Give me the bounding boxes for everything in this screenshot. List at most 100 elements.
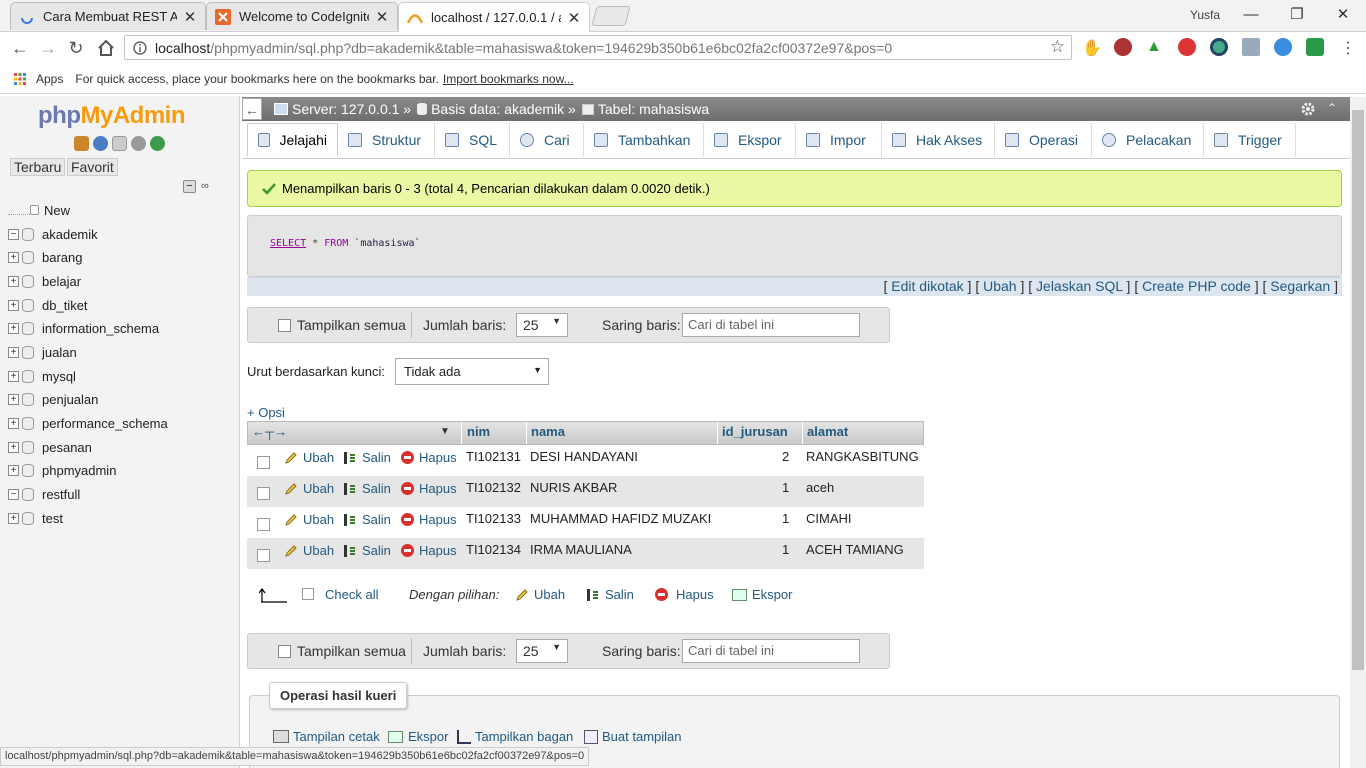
copy-row-link[interactable]: Salin [343,481,391,496]
column-header-id-jurusan[interactable]: id_jurusan [722,424,788,439]
tree-item-restfull[interactable]: − restfull [8,483,80,505]
close-window-button[interactable]: ✕ [1328,4,1358,26]
create-view-link[interactable]: Buat tampilan [584,729,682,744]
tab-privileges[interactable]: Hak Akses [882,123,995,157]
forward-icon[interactable]: → [38,38,58,58]
column-header-alamat[interactable]: alamat [807,424,848,439]
reload-nav-icon[interactable] [150,136,165,151]
url-input[interactable]: localhost/phpmyadmin/sql.php?db=akademik… [124,35,1072,60]
tree-item-barang[interactable]: + barang [8,246,82,268]
expand-toggle-icon[interactable]: + [8,346,19,358]
close-icon[interactable]: ✕ [375,8,389,26]
phpmyadmin-logo[interactable]: phpMyAdmin [38,102,185,130]
row-checkbox[interactable] [257,518,270,531]
rows-select[interactable]: 25 ▼ [516,639,568,663]
expand-toggle-icon[interactable]: + [8,251,19,263]
edit-row-link[interactable]: Ubah [284,481,334,496]
tab-triggers[interactable]: Trigger [1204,123,1296,157]
collapse-all-icon[interactable]: − [183,180,196,193]
cell-nama[interactable]: MUHAMMAD HAFIDZ MUZAKI [530,511,711,526]
tab-search[interactable]: Cari [510,123,584,157]
delete-row-link[interactable]: Hapus [401,543,457,558]
copy-row-link[interactable]: Salin [343,543,391,558]
hand-extension-icon[interactable]: ✋ [1082,38,1102,57]
gear-icon[interactable] [1300,101,1316,117]
tab-tracking[interactable]: Pelacakan [1092,123,1204,157]
expand-toggle-icon[interactable]: + [8,464,19,476]
tree-item-new[interactable]: New [8,199,70,221]
copy-row-link[interactable]: Salin [343,512,391,527]
scrollbar[interactable] [1350,97,1366,768]
tree-item-information-schema[interactable]: + information_schema [8,317,159,339]
collapse-icon[interactable]: ⌃ [1327,101,1337,115]
show-all-checkbox[interactable] [278,319,291,332]
close-icon[interactable]: ✕ [183,8,197,26]
expand-toggle-icon[interactable]: + [8,512,19,524]
tree-item-phpmyadmin[interactable]: + phpmyadmin [8,459,116,481]
cell-alamat[interactable]: RANGKASBITUNG [806,449,919,464]
cell-id-jurusan[interactable]: 2 [782,449,789,464]
home-icon[interactable] [96,38,116,58]
tab-export[interactable]: Ekspor [704,123,796,157]
explain-sql-link[interactable]: Jelaskan SQL [1036,278,1123,294]
row-checkbox[interactable] [257,549,270,562]
cell-id-jurusan[interactable]: 1 [782,511,789,526]
extension-icon-1[interactable] [1114,38,1132,56]
cell-nama[interactable]: NURIS AKBAR [530,480,617,495]
link-icon[interactable]: ∞ [201,180,209,192]
profile-name[interactable]: Yusfa [1190,8,1220,22]
tree-item-jualan[interactable]: + jualan [8,341,77,363]
column-header-nama[interactable]: nama [531,424,565,439]
cell-nama[interactable]: DESI HANDAYANI [530,449,638,464]
back-icon[interactable]: ← [10,38,30,58]
expand-toggle-icon[interactable]: + [8,441,19,453]
star-icon[interactable]: ☆ [1050,37,1065,57]
refresh-link[interactable]: Segarkan [1270,278,1330,294]
inline-edit-link[interactable]: Edit dikotak [891,278,963,294]
tree-extension-icon[interactable]: ▲ [1146,38,1164,56]
check-all-label[interactable]: Check all [325,587,378,602]
print-view-link[interactable]: Tampilan cetak [273,729,380,744]
row-checkbox[interactable] [257,456,270,469]
tab-browse[interactable]: Jelajahi [247,123,338,157]
breadcrumb-server[interactable]: Server: 127.0.0.1 » [292,101,411,117]
column-header-nim[interactable]: nim [467,424,490,439]
edit-row-link[interactable]: Ubah [284,512,334,527]
expand-toggle-icon[interactable]: + [8,299,19,311]
scrollbar-thumb[interactable] [1352,110,1364,670]
maximize-button[interactable]: ❐ [1282,4,1312,26]
reload-icon[interactable]: ↻ [66,38,86,58]
delete-row-link[interactable]: Hapus [401,450,457,465]
menu-icon[interactable]: ⋮ [1340,38,1356,58]
extension-icon-2[interactable] [1178,38,1196,56]
collapse-toggle-icon[interactable]: − [8,228,19,240]
tree-item-akademik[interactable]: − akademik [8,223,98,245]
tab-import[interactable]: Impor [796,123,882,157]
extension-icon-5[interactable] [1274,38,1292,56]
cell-nim[interactable]: TI102132 [466,480,521,495]
tab-sql[interactable]: SQL [435,123,510,157]
cell-alamat[interactable]: ACEH TAMIANG [806,542,904,557]
tree-item-belajar[interactable]: + belajar [8,270,81,292]
extension-icon-3[interactable] [1210,38,1228,56]
bulk-delete-button[interactable]: Hapus [655,587,714,602]
apps-shortcut[interactable]: Apps [14,72,63,86]
nav-tab-recent[interactable]: Terbaru [10,158,66,176]
show-all-checkbox[interactable] [278,645,291,658]
minimize-button[interactable]: — [1236,4,1266,26]
delete-row-link[interactable]: Hapus [401,481,457,496]
tree-item-test[interactable]: + test [8,507,63,529]
bulk-export-button[interactable]: Ekspor [732,587,792,602]
collapse-toggle-icon[interactable]: − [8,488,19,500]
tree-item-performance-schema[interactable]: + performance_schema [8,412,168,434]
tree-item-db-tiket[interactable]: + db_tiket [8,294,88,316]
cell-alamat[interactable]: aceh [806,480,834,495]
filter-rows-input[interactable]: Cari di tabel ini [682,639,860,663]
export-link[interactable]: Ekspor [388,729,448,744]
breadcrumb-database[interactable]: Basis data: akademik » [431,101,576,117]
nav-tab-favorite[interactable]: Favorit [67,158,118,176]
cell-id-jurusan[interactable]: 1 [782,542,789,557]
edit-row-link[interactable]: Ubah [284,450,334,465]
check-all-checkbox[interactable] [302,588,314,600]
sql-select[interactable]: SELECT [270,238,306,249]
